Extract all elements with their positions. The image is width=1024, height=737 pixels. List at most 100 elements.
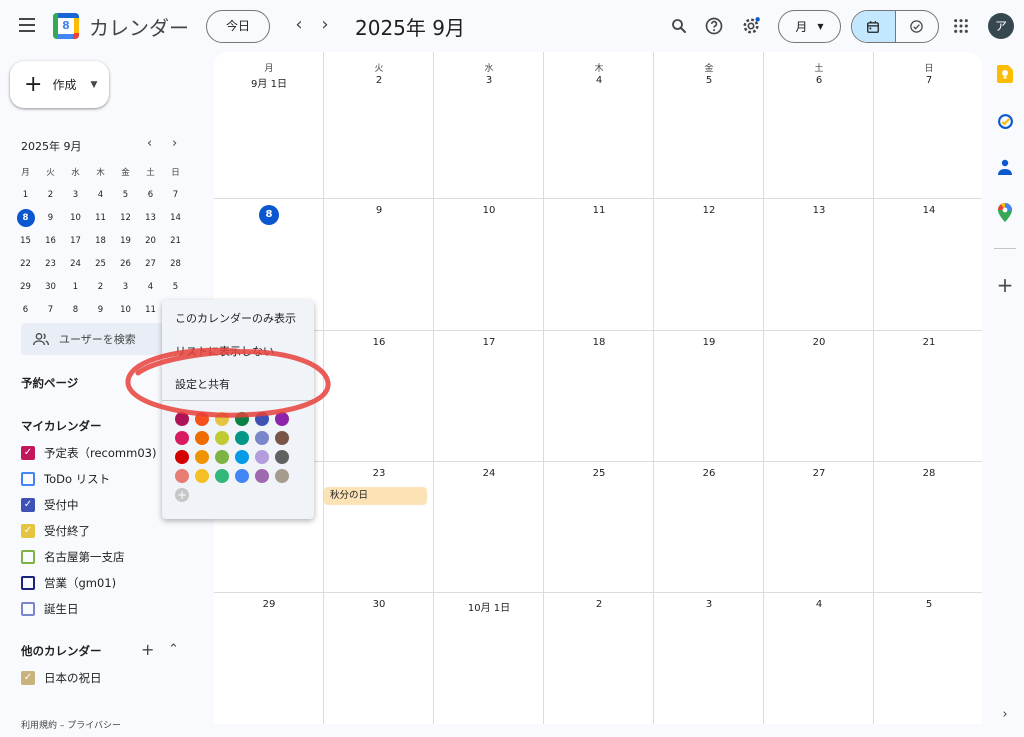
calendar-list-item[interactable]: ✓ 受付中 [21,496,79,514]
previous-month-icon[interactable]: ‹ [288,14,310,36]
day-number[interactable]: 3 [654,599,764,610]
color-swatch[interactable] [195,469,209,483]
color-swatch[interactable] [255,412,269,426]
mini-calendar-day[interactable]: 11 [88,206,113,229]
color-swatch[interactable] [235,469,249,483]
color-swatch[interactable] [275,450,289,464]
color-swatch[interactable] [255,450,269,464]
day-number[interactable]: 4 [764,599,874,610]
app-title[interactable]: カレンダー [89,12,189,41]
color-swatch[interactable] [175,469,189,483]
checkbox-checked-icon[interactable]: ✓ [21,498,35,512]
calendar-logo-icon[interactable]: 8 [53,13,79,39]
tasks-view-icon[interactable] [896,11,939,42]
color-swatch[interactable] [175,412,189,426]
mini-calendar-day[interactable]: 17 [63,229,88,252]
contacts-icon[interactable] [996,158,1014,176]
mini-calendar-day[interactable]: 15 [13,229,38,252]
day-number[interactable]: 13 [764,205,874,216]
day-number[interactable]: 7 [874,75,982,86]
create-button[interactable]: + 作成 ▼ [10,61,109,108]
mini-calendar-day[interactable]: 20 [138,229,163,252]
mini-calendar-day[interactable]: 9 [88,298,113,321]
mini-calendar-previous-icon[interactable]: ‹ [147,136,152,151]
maps-icon[interactable] [996,202,1014,222]
day-number[interactable]: 18 [544,337,654,348]
color-swatch[interactable] [255,431,269,445]
day-number[interactable]: 17 [434,337,544,348]
mini-calendar-day[interactable]: 7 [163,183,188,206]
menu-item-settings-and-sharing[interactable]: 設定と共有 [175,376,230,392]
mini-calendar-day[interactable]: 23 [38,252,63,275]
other-calendars-title[interactable]: 他のカレンダー [21,643,102,659]
color-swatch[interactable] [255,469,269,483]
mini-calendar-day[interactable]: 7 [38,298,63,321]
day-number[interactable]: 10月 1日 [434,599,544,614]
day-number[interactable]: 9月 1日 [214,75,324,90]
view-select[interactable]: 月 ▼ [778,10,841,43]
calendar-list-item[interactable]: 名古屋第一支店 [21,548,125,566]
calendar-list-item[interactable]: ✓ 日本の祝日 [21,669,102,687]
color-swatch[interactable] [275,469,289,483]
mini-calendar-day[interactable]: 24 [63,252,88,275]
day-number[interactable]: 26 [654,468,764,479]
calendar-list-item[interactable]: ToDo リスト [21,470,110,488]
keep-icon[interactable] [996,65,1014,83]
mini-calendar-day[interactable]: 28 [163,252,188,275]
day-number[interactable]: 24 [434,468,544,479]
color-swatch[interactable] [235,450,249,464]
day-number[interactable]: 5 [874,599,982,610]
mini-calendar-day[interactable]: 1 [13,183,38,206]
mini-calendar-day[interactable]: 2 [38,183,63,206]
mini-calendar-day[interactable]: 13 [138,206,163,229]
day-number[interactable]: 20 [764,337,874,348]
day-number[interactable]: 3 [434,75,544,86]
color-swatch[interactable] [235,431,249,445]
mini-calendar-next-icon[interactable]: › [172,136,177,151]
calendar-list-item[interactable]: 誕生日 [21,600,79,618]
mini-calendar-day[interactable]: 19 [113,229,138,252]
mini-calendar-day[interactable]: 9 [38,206,63,229]
avatar[interactable]: ア [988,13,1014,39]
menu-item-hide-from-list[interactable]: リストに表示しない [175,343,274,359]
my-calendars-title[interactable]: マイカレンダー [21,418,102,434]
mini-calendar-day[interactable]: 6 [138,183,163,206]
mini-calendar-day[interactable]: 5 [113,183,138,206]
mini-calendar-day[interactable]: 10 [63,206,88,229]
mini-calendar-day[interactable]: 4 [138,275,163,298]
apps-grid-icon[interactable] [949,14,973,38]
color-swatch[interactable] [215,450,229,464]
calendar-view-icon[interactable] [852,11,896,42]
color-swatch[interactable] [215,412,229,426]
color-swatch[interactable] [175,431,189,445]
checkbox-unchecked-icon[interactable] [21,602,35,616]
checkbox-checked-icon[interactable]: ✓ [21,524,35,538]
day-number[interactable]: 4 [544,75,654,86]
add-addon-icon[interactable]: + [996,273,1014,297]
next-month-icon[interactable]: › [314,14,336,36]
color-swatch[interactable] [195,450,209,464]
add-other-calendar-icon[interactable]: + [141,640,154,659]
event-chip[interactable]: 秋分の日 [324,487,427,505]
settings-icon[interactable] [739,14,763,38]
checkbox-checked-icon[interactable]: ✓ [21,446,35,460]
day-number[interactable]: 6 [764,75,874,86]
menu-item-show-only-this[interactable]: このカレンダーのみ表示 [175,310,296,326]
mini-calendar-day[interactable]: 29 [13,275,38,298]
day-number[interactable]: 19 [654,337,764,348]
mini-calendar-day[interactable]: 4 [88,183,113,206]
mini-calendar-day[interactable]: 27 [138,252,163,275]
mini-calendar-day[interactable]: 21 [163,229,188,252]
mini-calendar-day[interactable]: 8 [13,206,38,229]
tasks-icon[interactable] [996,112,1014,130]
mini-calendar-day[interactable]: 26 [113,252,138,275]
checkbox-unchecked-icon[interactable] [21,576,35,590]
day-number[interactable]: 14 [874,205,982,216]
mini-calendar-day[interactable]: 6 [13,298,38,321]
mini-calendar-day[interactable]: 18 [88,229,113,252]
help-icon[interactable] [702,14,726,38]
mini-calendar-day[interactable]: 5 [163,275,188,298]
day-number[interactable]: 12 [654,205,764,216]
day-number[interactable]: 8 [214,205,324,225]
day-number[interactable]: 5 [654,75,764,86]
